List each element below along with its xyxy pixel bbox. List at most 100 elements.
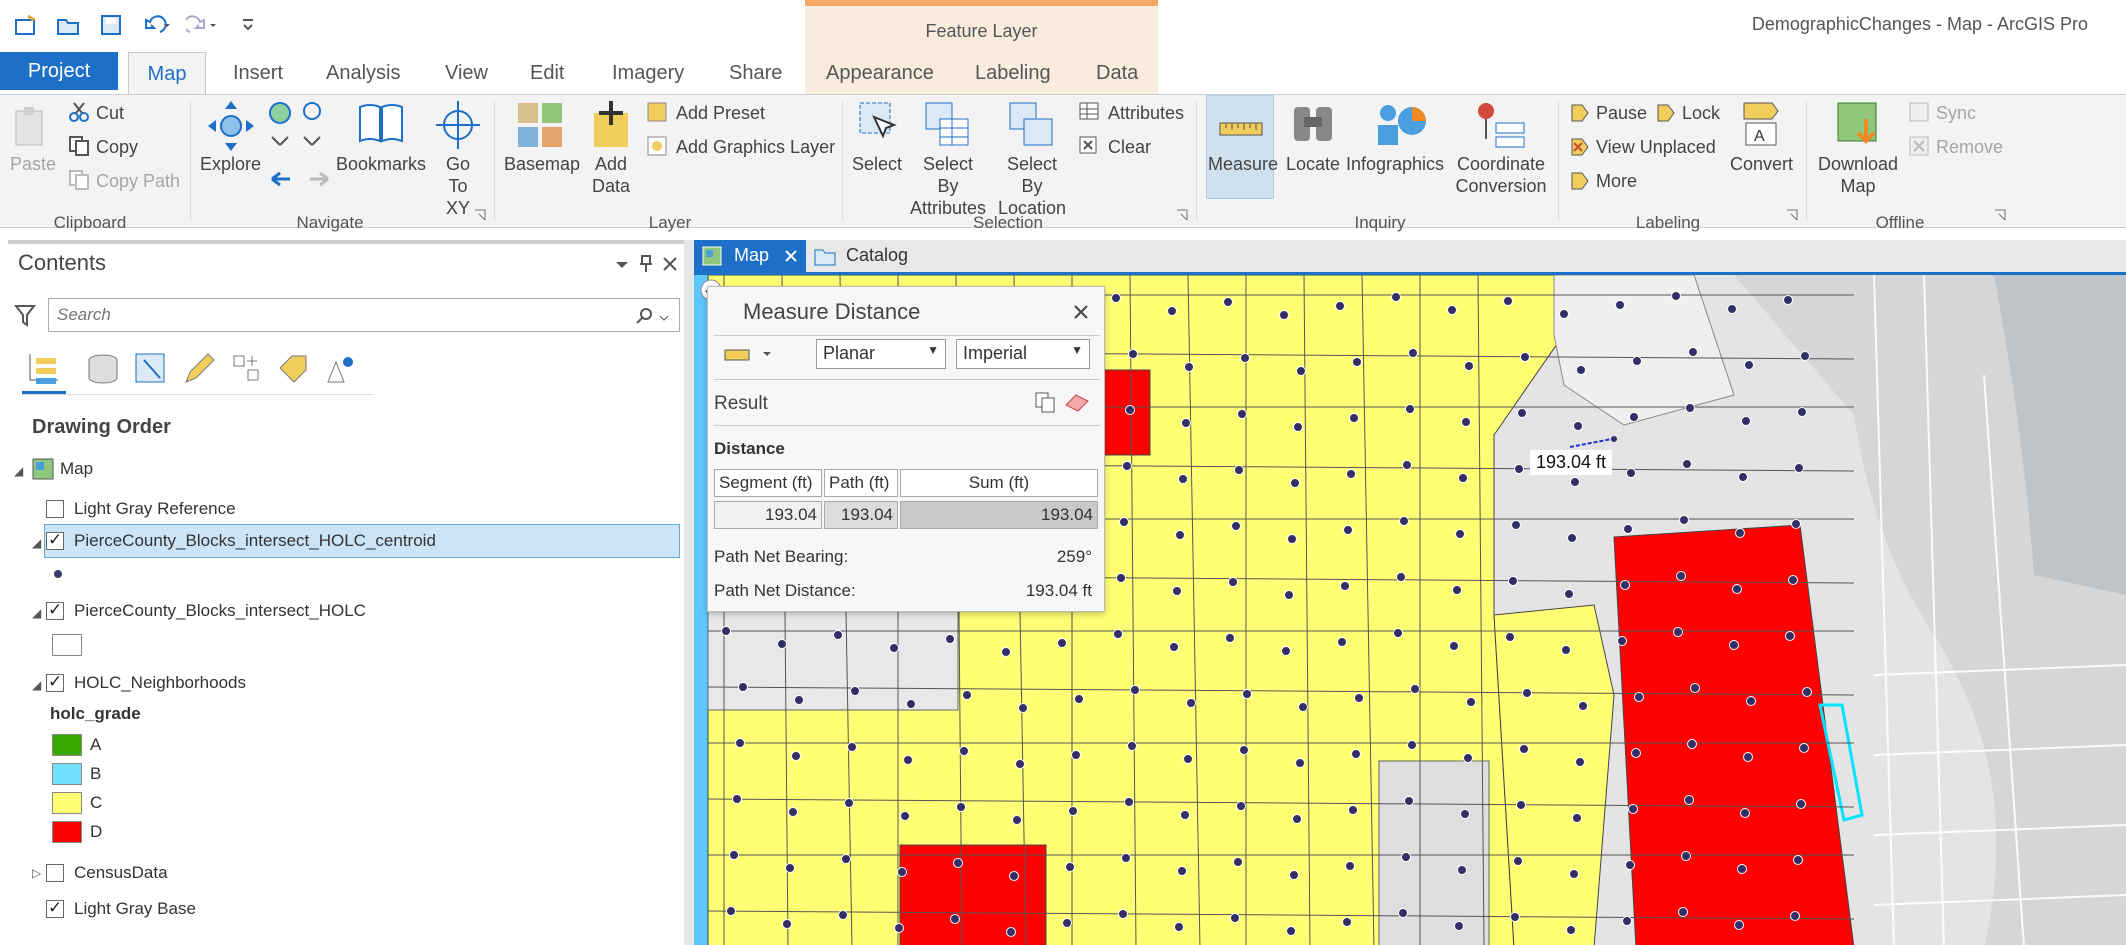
block-centroid-point[interactable] bbox=[900, 811, 910, 821]
block-centroid-point[interactable] bbox=[1410, 684, 1420, 694]
block-centroid-point[interactable] bbox=[950, 914, 960, 924]
centroid-layer-checkbox[interactable] bbox=[46, 530, 64, 550]
block-centroid-point[interactable] bbox=[1679, 515, 1689, 525]
block-centroid-point[interactable] bbox=[1391, 292, 1401, 302]
block-centroid-point[interactable] bbox=[1116, 573, 1126, 583]
pin-icon[interactable] bbox=[638, 254, 654, 274]
block-centroid-point[interactable] bbox=[1514, 464, 1524, 474]
select-icon[interactable] bbox=[856, 99, 902, 149]
block-centroid-point[interactable] bbox=[1800, 351, 1810, 361]
select-by-location-icon[interactable] bbox=[1006, 99, 1056, 149]
block-centroid-point[interactable] bbox=[1281, 646, 1291, 656]
grade-b-swatch[interactable] bbox=[52, 763, 82, 785]
block-centroid-point[interactable] bbox=[1175, 530, 1185, 540]
tab-labeling[interactable]: Labeling bbox=[975, 62, 1051, 85]
block-centroid-point[interactable] bbox=[1074, 694, 1084, 704]
block-centroid-point[interactable] bbox=[1349, 413, 1359, 423]
block-centroid-point[interactable] bbox=[1520, 352, 1530, 362]
block-centroid-point[interactable] bbox=[1796, 799, 1806, 809]
clear-result-icon[interactable] bbox=[1064, 391, 1090, 413]
block-centroid-point[interactable] bbox=[1684, 795, 1694, 805]
block-centroid-point[interactable] bbox=[729, 850, 739, 860]
block-centroid-point[interactable] bbox=[1398, 908, 1408, 918]
select-by-attributes-icon[interactable] bbox=[922, 99, 972, 149]
block-centroid-point[interactable] bbox=[1454, 921, 1464, 931]
bookmarks-icon[interactable] bbox=[356, 101, 406, 145]
block-centroid-point[interactable] bbox=[1732, 584, 1742, 594]
block-centroid-point[interactable] bbox=[1564, 589, 1574, 599]
block-centroid-point[interactable] bbox=[1065, 862, 1075, 872]
block-centroid-point[interactable] bbox=[1237, 409, 1247, 419]
lock-labels-icon[interactable] bbox=[1654, 101, 1678, 123]
block-centroid-point[interactable] bbox=[1402, 460, 1412, 470]
map-node-label[interactable]: Map bbox=[60, 459, 93, 479]
block-centroid-point[interactable] bbox=[1012, 815, 1022, 825]
block-centroid-point[interactable] bbox=[1734, 920, 1744, 930]
close-measure-icon[interactable] bbox=[1072, 303, 1090, 321]
measure-button[interactable]: Measure bbox=[1208, 153, 1278, 175]
infographics-icon[interactable] bbox=[1368, 99, 1428, 149]
block-centroid-point[interactable] bbox=[1505, 632, 1515, 642]
tab-analysis[interactable]: Analysis bbox=[326, 62, 400, 85]
block-centroid-point[interactable] bbox=[1737, 864, 1747, 874]
download-map-button[interactable]: Download Map bbox=[1818, 153, 1898, 197]
block-centroid-point[interactable] bbox=[1788, 575, 1798, 585]
add-preset-icon[interactable] bbox=[646, 101, 668, 123]
block-centroid-point[interactable] bbox=[1746, 696, 1756, 706]
block-centroid-point[interactable] bbox=[1626, 468, 1636, 478]
pause-labels-icon[interactable] bbox=[1568, 101, 1592, 123]
block-centroid-point[interactable] bbox=[956, 802, 966, 812]
block-centroid-point[interactable] bbox=[1167, 306, 1177, 316]
block-centroid-point[interactable] bbox=[1464, 361, 1474, 371]
census-layer-label[interactable]: CensusData bbox=[74, 863, 168, 883]
block-centroid-point[interactable] bbox=[1009, 871, 1019, 881]
block-centroid-point[interactable] bbox=[1184, 362, 1194, 372]
block-centroid-point[interactable] bbox=[726, 906, 736, 916]
block-centroid-point[interactable] bbox=[1617, 636, 1627, 646]
convert-button[interactable]: Convert bbox=[1730, 153, 1793, 175]
block-centroid-point[interactable] bbox=[1797, 407, 1807, 417]
block-centroid-point[interactable] bbox=[1295, 758, 1305, 768]
block-centroid-point[interactable] bbox=[1071, 750, 1081, 760]
block-centroid-point[interactable] bbox=[1122, 461, 1132, 471]
block-centroid-point[interactable] bbox=[1230, 913, 1240, 923]
block-centroid-point[interactable] bbox=[1287, 534, 1297, 544]
tab-imagery[interactable]: Imagery bbox=[612, 62, 684, 85]
infographics-button[interactable]: Infographics bbox=[1346, 153, 1444, 175]
block-centroid-point[interactable] bbox=[903, 755, 913, 765]
block-centroid-point[interactable] bbox=[1172, 586, 1182, 596]
block-centroid-point[interactable] bbox=[1790, 911, 1800, 921]
block-centroid-point[interactable] bbox=[1622, 916, 1632, 926]
select-by-location-button[interactable]: Select By Location bbox=[994, 153, 1070, 219]
basemap-icon[interactable] bbox=[516, 101, 564, 147]
block-centroid-point[interactable] bbox=[841, 854, 851, 864]
block-centroid-point[interactable] bbox=[791, 751, 801, 761]
navigate-tools-icon[interactable] bbox=[268, 99, 332, 189]
block-centroid-point[interactable] bbox=[1735, 528, 1745, 538]
new-project-icon[interactable] bbox=[14, 14, 38, 36]
select-by-attributes-button[interactable]: Select By Attributes bbox=[910, 153, 986, 219]
block-centroid-point[interactable] bbox=[1513, 856, 1523, 866]
block-centroid-point[interactable] bbox=[1688, 347, 1698, 357]
redo-icon[interactable] bbox=[186, 14, 216, 36]
block-centroid-point[interactable] bbox=[1399, 516, 1409, 526]
centroid-layer-label[interactable]: PierceCounty_Blocks_intersect_HOLC_centr… bbox=[74, 531, 436, 551]
block-centroid-point[interactable] bbox=[1671, 291, 1681, 301]
block-centroid-point[interactable] bbox=[1354, 693, 1364, 703]
block-centroid-point[interactable] bbox=[1352, 357, 1362, 367]
measure-mode-icon[interactable] bbox=[724, 345, 750, 363]
add-data-icon[interactable] bbox=[588, 99, 634, 149]
grade-c-swatch[interactable] bbox=[52, 792, 82, 814]
block-centroid-point[interactable] bbox=[1286, 926, 1296, 936]
block-centroid-point[interactable] bbox=[1740, 808, 1750, 818]
grade-a-swatch[interactable] bbox=[52, 734, 82, 756]
cut-icon[interactable] bbox=[68, 101, 90, 123]
block-centroid-point[interactable] bbox=[1169, 642, 1179, 652]
block-centroid-point[interactable] bbox=[1794, 463, 1804, 473]
planar-select[interactable]: Planar ▼ bbox=[816, 339, 946, 369]
block-centroid-point[interactable] bbox=[1673, 627, 1683, 637]
block-centroid-point[interactable] bbox=[1570, 477, 1580, 487]
block-centroid-point[interactable] bbox=[1121, 853, 1131, 863]
block-centroid-point[interactable] bbox=[1503, 296, 1513, 306]
blocks-symbol-swatch[interactable] bbox=[52, 634, 82, 656]
